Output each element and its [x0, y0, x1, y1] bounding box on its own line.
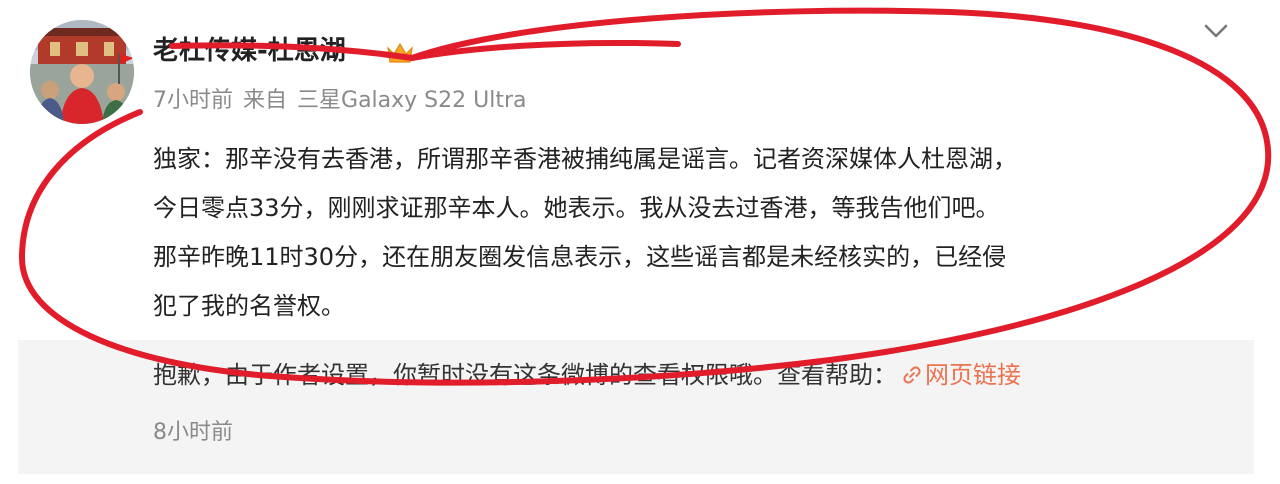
- repost-time[interactable]: 8小时前: [153, 418, 233, 448]
- post-text: 独家：那辛没有去香港，所谓那辛香港被捕纯属是谣言。记者资深媒体人杜恩湖， 今日零…: [153, 145, 1017, 320]
- avatar[interactable]: [30, 20, 134, 124]
- user-name[interactable]: 老杜传媒-杜恩湖: [153, 33, 346, 69]
- link-icon: [903, 366, 921, 384]
- source-prefix: 来自: [243, 88, 288, 113]
- vip-crown-icon: [387, 42, 413, 63]
- post-time[interactable]: 7小时前: [153, 88, 233, 113]
- web-link-label[interactable]: 网页链接: [925, 361, 1021, 389]
- notice-text: 抱歉，由于作者设置，你暂时没有这条微博的查看权限哦。查看帮助：: [153, 361, 897, 389]
- source-device: 三星Galaxy S22 Ultra: [297, 88, 527, 113]
- weibo-post-card: 老杜传媒-杜恩湖 7小时前 来自 三星Galaxy S22 Ultra 独家：那辛没…: [0, 0, 1280, 484]
- chevron-down-icon[interactable]: [1200, 18, 1232, 44]
- post-meta: 7小时前 来自 三星Galaxy S22 Ultra: [153, 86, 527, 116]
- web-link[interactable]: 网页链接: [901, 361, 1021, 389]
- permission-notice: 抱歉，由于作者设置，你暂时没有这条微博的查看权限哦。查看帮助： 网页链接: [153, 358, 1021, 392]
- repost-box: 抱歉，由于作者设置，你暂时没有这条微博的查看权限哦。查看帮助： 网页链接 8小时前: [18, 340, 1254, 474]
